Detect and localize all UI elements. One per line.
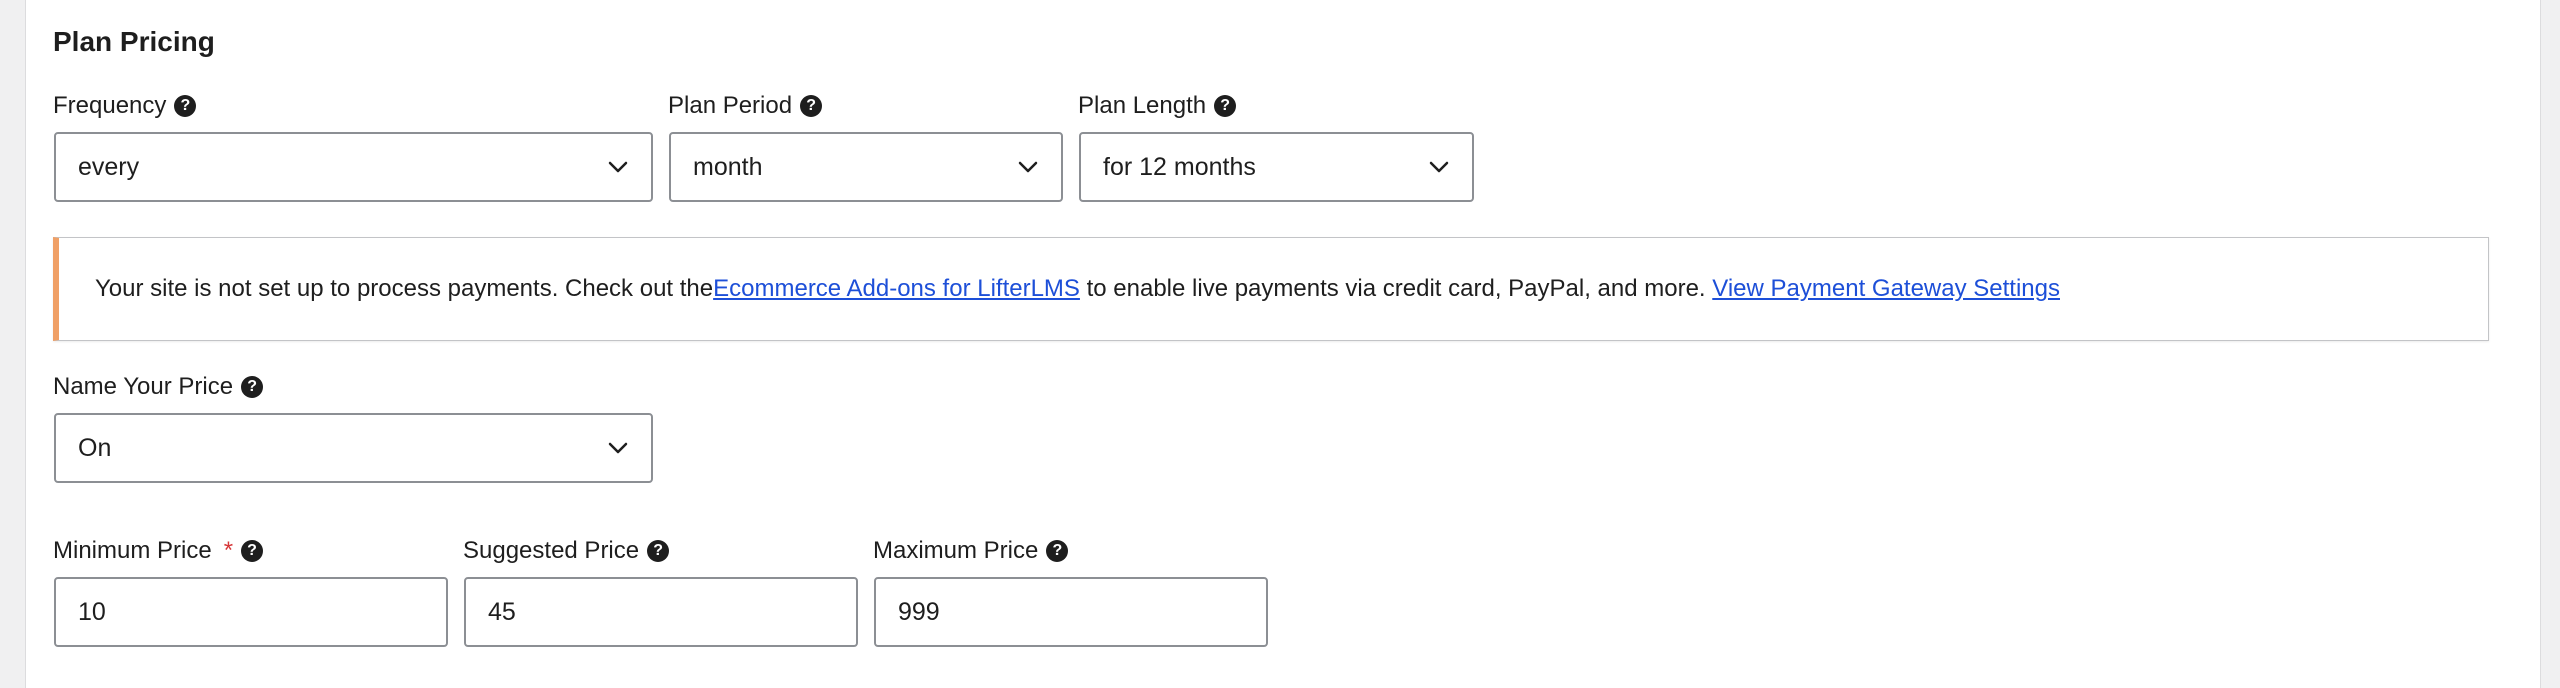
plan-length-label-text: Plan Length bbox=[1078, 92, 1207, 119]
payment-notice: Your site is not set up to process payme… bbox=[53, 237, 2489, 341]
payment-gateway-settings-link[interactable]: View Payment Gateway Settings bbox=[1712, 273, 2060, 305]
plan-length-select-value: for 12 months bbox=[1103, 152, 1256, 181]
section-title: Plan Pricing bbox=[53, 26, 215, 57]
plan-period-label-text: Plan Period bbox=[668, 92, 793, 119]
name-your-price-select[interactable]: On bbox=[54, 413, 653, 483]
minimum-price-label-text: Minimum Price bbox=[53, 537, 212, 564]
required-marker: * bbox=[223, 537, 234, 564]
notice-text-middle: to enable live payments via credit card,… bbox=[1079, 275, 1713, 302]
minimum-price-input[interactable] bbox=[54, 577, 448, 647]
name-your-price-label-text: Name Your Price bbox=[53, 373, 234, 400]
name-your-price-label: Name Your Price ? bbox=[53, 371, 264, 403]
chevron-down-icon bbox=[607, 437, 629, 459]
name-your-price-select-value: On bbox=[78, 433, 112, 462]
suggested-price-label-text: Suggested Price bbox=[463, 537, 640, 564]
frequency-select[interactable]: every bbox=[54, 132, 653, 202]
plan-pricing-panel: Plan Pricing Frequency ? Plan Period ? P… bbox=[25, 0, 2541, 688]
plan-length-label: Plan Length ? bbox=[1078, 90, 1237, 122]
plan-length-help-icon[interactable]: ? bbox=[1214, 95, 1237, 117]
plan-period-label: Plan Period ? bbox=[668, 90, 823, 122]
frequency-help-icon[interactable]: ? bbox=[174, 95, 197, 117]
suggested-price-input[interactable] bbox=[464, 577, 858, 647]
frequency-label: Frequency ? bbox=[53, 90, 197, 122]
ecommerce-addons-link[interactable]: Ecommerce Add-ons for LifterLMS bbox=[713, 273, 1080, 305]
suggested-price-help-icon[interactable]: ? bbox=[647, 540, 670, 562]
plan-length-select[interactable]: for 12 months bbox=[1079, 132, 1474, 202]
maximum-price-help-icon[interactable]: ? bbox=[1046, 540, 1069, 562]
plan-period-select-value: month bbox=[693, 152, 763, 181]
maximum-price-label: Maximum Price ? bbox=[873, 535, 1069, 567]
plan-period-select[interactable]: month bbox=[669, 132, 1063, 202]
chevron-down-icon bbox=[1017, 156, 1039, 178]
maximum-price-input[interactable] bbox=[874, 577, 1268, 647]
minimum-price-label: Minimum Price * ? bbox=[53, 535, 264, 567]
name-your-price-help-icon[interactable]: ? bbox=[241, 376, 264, 398]
frequency-label-text: Frequency bbox=[53, 92, 167, 119]
chevron-down-icon bbox=[1428, 156, 1450, 178]
minimum-price-help-icon[interactable]: ? bbox=[241, 540, 264, 562]
frequency-select-value: every bbox=[78, 152, 140, 181]
notice-text-before: Your site is not set up to process payme… bbox=[95, 275, 714, 302]
plan-period-help-icon[interactable]: ? bbox=[800, 95, 823, 117]
maximum-price-label-text: Maximum Price bbox=[873, 537, 1039, 564]
suggested-price-label: Suggested Price ? bbox=[463, 535, 670, 567]
chevron-down-icon bbox=[607, 156, 629, 178]
